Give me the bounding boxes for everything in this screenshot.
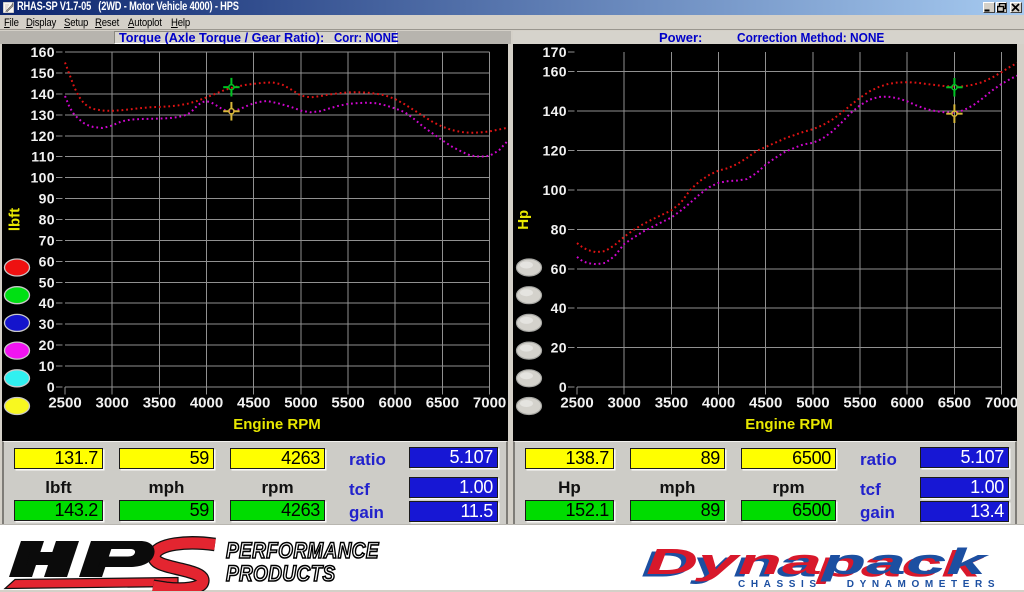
svg-text:40: 40: [39, 295, 55, 311]
svg-text:5000: 5000: [796, 395, 829, 412]
svg-text:160: 160: [542, 64, 567, 80]
svg-text:3500: 3500: [655, 395, 688, 412]
svg-text:60: 60: [39, 253, 55, 269]
svg-text:5000: 5000: [284, 395, 317, 412]
svg-text:Hp: Hp: [515, 210, 532, 230]
svg-text:3000: 3000: [96, 395, 129, 412]
svg-text:40: 40: [551, 300, 567, 316]
svg-text:6500: 6500: [426, 395, 459, 412]
svg-text:6500: 6500: [938, 395, 971, 412]
svg-text:6000: 6000: [891, 395, 924, 412]
svg-text:140: 140: [30, 86, 55, 102]
svg-text:140: 140: [542, 103, 567, 119]
svg-text:2500: 2500: [560, 395, 593, 412]
svg-text:4500: 4500: [237, 395, 270, 412]
svg-text:lbft: lbft: [7, 208, 24, 231]
svg-text:20: 20: [39, 337, 55, 353]
svg-text:4500: 4500: [749, 395, 782, 412]
svg-text:7000: 7000: [473, 395, 506, 412]
svg-text:3500: 3500: [143, 395, 176, 412]
svg-text:0: 0: [47, 379, 55, 395]
svg-text:90: 90: [39, 191, 55, 207]
svg-text:2500: 2500: [48, 395, 81, 412]
svg-text:130: 130: [30, 107, 55, 123]
svg-text:100: 100: [30, 170, 55, 186]
svg-text:110: 110: [31, 149, 55, 165]
svg-text:60: 60: [551, 261, 567, 277]
svg-text:6000: 6000: [379, 395, 412, 412]
svg-text:5500: 5500: [331, 395, 364, 412]
svg-text:7000: 7000: [985, 395, 1017, 412]
svg-text:4000: 4000: [190, 395, 223, 412]
svg-text:30: 30: [39, 316, 55, 332]
svg-text:4000: 4000: [702, 395, 735, 412]
svg-text:170: 170: [542, 44, 567, 60]
svg-text:150: 150: [30, 65, 55, 81]
svg-text:Engine RPM: Engine RPM: [745, 416, 833, 433]
svg-text:Engine RPM: Engine RPM: [233, 416, 321, 433]
svg-text:120: 120: [542, 143, 567, 159]
svg-text:80: 80: [551, 221, 567, 237]
svg-text:80: 80: [39, 212, 55, 228]
svg-text:0: 0: [559, 379, 567, 395]
svg-text:50: 50: [39, 274, 55, 290]
svg-text:10: 10: [39, 358, 55, 374]
svg-text:100: 100: [542, 182, 567, 198]
svg-text:70: 70: [39, 232, 55, 248]
svg-text:5500: 5500: [843, 395, 876, 412]
svg-text:3000: 3000: [608, 395, 641, 412]
svg-text:160: 160: [30, 44, 55, 60]
svg-text:20: 20: [551, 340, 567, 356]
svg-text:120: 120: [30, 128, 55, 144]
